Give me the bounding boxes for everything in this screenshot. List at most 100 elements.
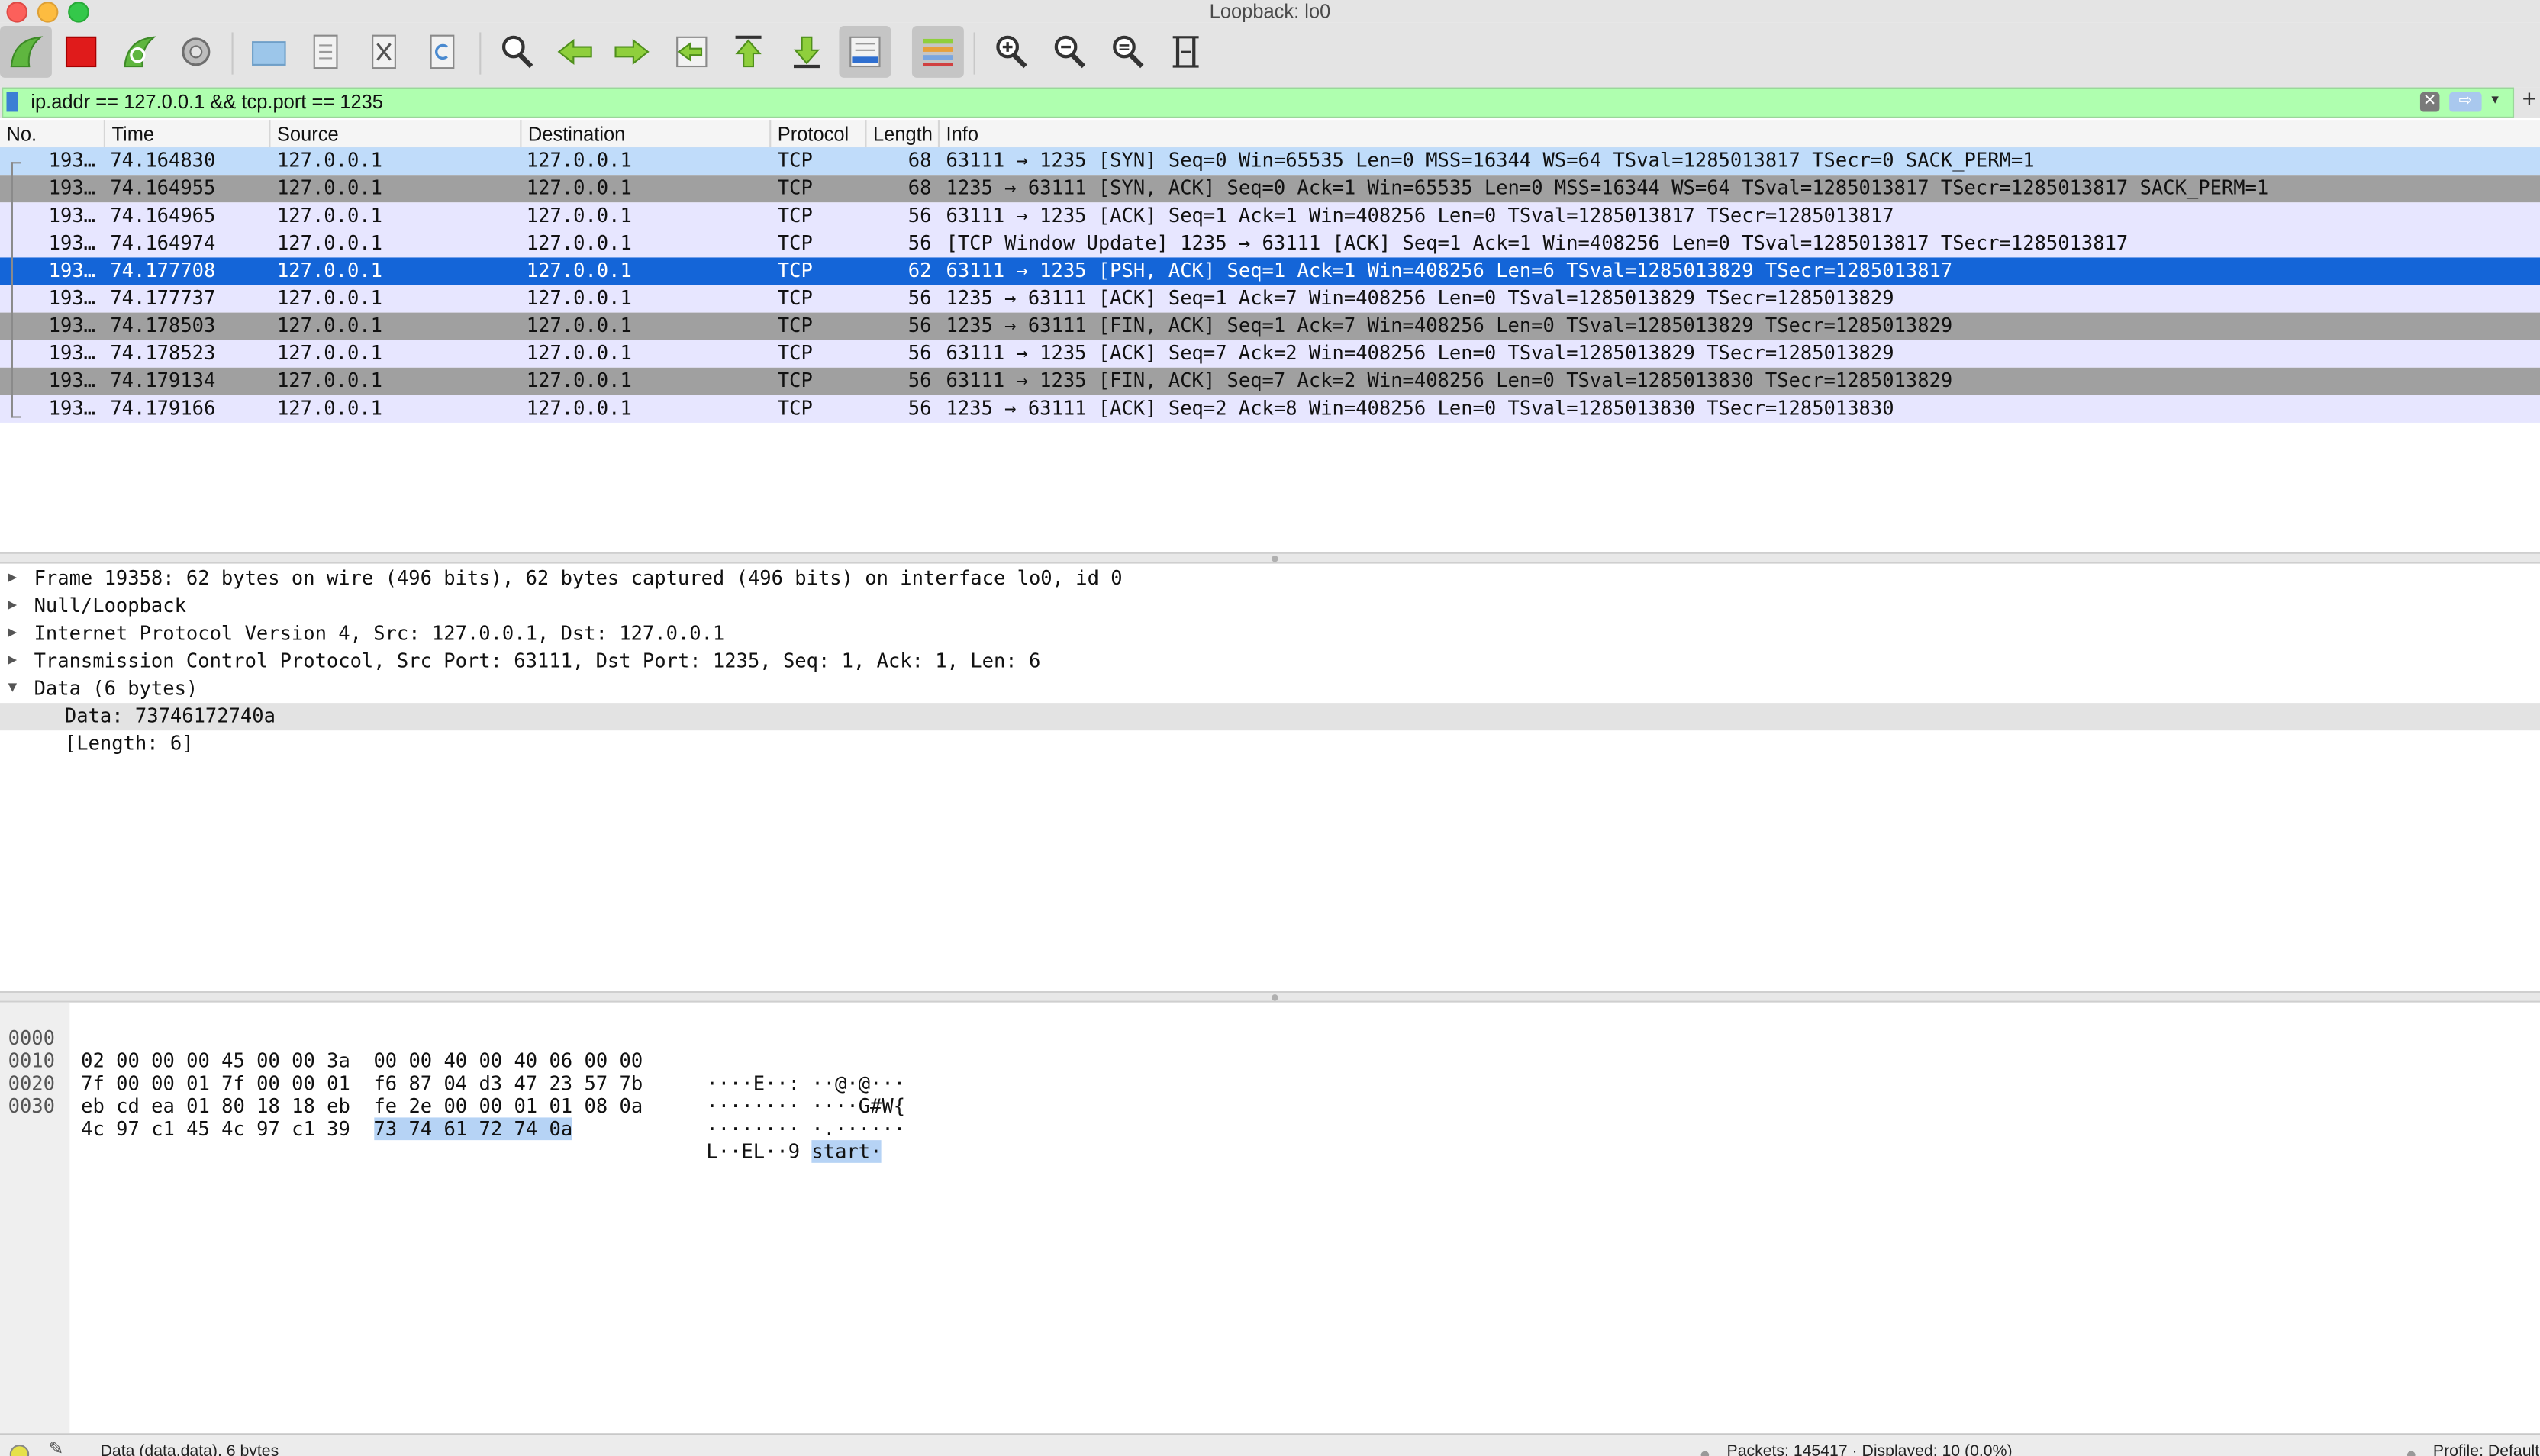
packet-destination: 127.0.0.1 [526,341,632,365]
packet-info: 1235 → 63111 [SYN, ACK] Seq=0 Ack=1 Win=… [946,176,2269,200]
packet-row[interactable]: 193… 74.164830 127.0.0.1 127.0.0.1 TCP 6… [0,147,2540,176]
column-header-source[interactable]: Source [269,120,520,148]
chevron-down-icon[interactable]: ▾ [2491,91,2499,108]
open-file-button[interactable] [243,26,295,78]
apply-filter-icon[interactable]: ⇨ [2449,92,2482,112]
expand-triangle-icon[interactable]: ▶ [8,620,18,648]
go-first-button[interactable] [723,26,775,78]
pane-splitter[interactable] [0,552,2540,564]
clear-filter-icon[interactable]: ✕ [2419,92,2440,112]
packet-row[interactable]: 193… 74.178523 127.0.0.1 127.0.0.1 TCP 5… [0,340,2540,368]
packet-protocol: TCP [777,286,813,310]
detail-row-length[interactable]: [Length: 6] [0,730,2540,758]
zoom-in-button[interactable] [985,26,1036,78]
stop-capture-button[interactable] [55,26,107,78]
detail-row-null-loopback[interactable]: ▶ Null/Loopback [0,593,2540,620]
bytes-row[interactable]: 0020 eb cd ea 01 80 18 18 eb fe 2e 00 00… [0,1049,2540,1140]
column-header-time[interactable]: Time [103,120,269,148]
save-file-button[interactable] [300,26,352,78]
packet-row[interactable]: 193… 74.164974 127.0.0.1 127.0.0.1 TCP 5… [0,230,2540,258]
pane-splitter[interactable] [0,991,2540,1003]
zoom-normal-icon [1113,35,1144,69]
start-capture-icon [10,36,44,68]
resize-columns-button[interactable] [1160,26,1212,78]
detail-text: Data (6 bytes) [34,677,198,700]
bytes-row[interactable]: 0010 7f 00 00 01 7f 00 00 01 f6 87 04 d3… [0,1027,2540,1117]
go-back-button[interactable] [550,26,601,78]
conversation-bracket-end [11,416,21,418]
packet-length: 56 [907,314,932,337]
go-last-button[interactable] [781,26,833,78]
column-header-info[interactable]: Info [937,120,2540,148]
packet-row[interactable]: 193… 74.178503 127.0.0.1 127.0.0.1 TCP 5… [0,312,2540,340]
close-file-button[interactable] [358,26,410,78]
packet-length: 68 [907,149,932,172]
detail-row-data[interactable]: ▼ Data (6 bytes) [0,675,2540,703]
packet-row-selected[interactable]: 193… 74.177708 127.0.0.1 127.0.0.1 TCP 6… [0,257,2540,285]
byte-offset: 0030 [8,1094,55,1118]
detail-row-ipv4[interactable]: ▶ Internet Protocol Version 4, Src: 127.… [0,620,2540,648]
packet-row[interactable]: 193… 74.164965 127.0.0.1 127.0.0.1 TCP 5… [0,202,2540,230]
bookmark-icon[interactable] [6,92,18,112]
packet-length: 56 [907,204,932,227]
reload-file-button[interactable] [416,26,468,78]
display-filter-input[interactable]: ip.addr == 127.0.0.1 && tcp.port == 1235… [2,87,2515,118]
restart-capture-button[interactable] [114,26,166,78]
hex-bytes: eb cd ea 01 80 18 18 eb fe 2e 00 00 01 0… [81,1095,643,1118]
display-filter-text[interactable]: ip.addr == 127.0.0.1 && tcp.port == 1235 [31,89,383,117]
detail-row-data-value[interactable]: Data: 73746172740a [0,703,2540,731]
collapse-triangle-icon[interactable]: ▼ [8,675,18,703]
capture-options-button[interactable] [170,26,222,78]
add-filter-button[interactable]: + [2522,85,2537,114]
reload-file-icon [430,34,455,69]
detail-text: Data: 73746172740a [64,704,276,727]
packet-destination: 127.0.0.1 [526,176,632,200]
column-header-destination[interactable]: Destination [520,120,769,148]
column-header-no[interactable]: No. [0,120,104,147]
column-header-protocol[interactable]: Protocol [769,120,865,148]
packet-length: 68 [907,176,932,200]
hex-bytes-highlight: 73 74 61 72 74 0a [373,1117,573,1141]
detail-row-frame[interactable]: ▶ Frame 19358: 62 bytes on wire (496 bit… [0,565,2540,593]
packet-source: 127.0.0.1 [276,204,382,227]
packet-row[interactable]: 193… 74.179134 127.0.0.1 127.0.0.1 TCP 5… [0,367,2540,395]
expert-info-icon[interactable] [9,1445,30,1456]
zoom-normal-button[interactable] [1101,26,1153,78]
status-profile[interactable]: Profile: Default [2433,1443,2539,1456]
packet-source: 127.0.0.1 [276,176,382,200]
splitter-grip[interactable] [1272,994,1278,1001]
auto-scroll-icon [849,36,881,68]
edit-comment-icon[interactable]: ✎ [49,1438,64,1456]
expand-triangle-icon[interactable]: ▶ [8,593,18,620]
packet-row[interactable]: 193… 74.179166 127.0.0.1 127.0.0.1 TCP 5… [0,395,2540,423]
packet-time: 74.179134 [110,369,216,392]
column-header-length[interactable]: Length [865,120,938,148]
detail-text: [Length: 6] [64,732,194,755]
zoom-out-button[interactable] [1043,26,1095,78]
packet-length: 62 [907,259,932,282]
splitter-grip[interactable] [1272,555,1278,562]
stop-capture-icon [65,36,97,68]
title-bar: Loopback: lo0 [0,0,2540,23]
status-separator [1700,1451,1710,1456]
find-packet-button[interactable] [491,26,543,78]
bytes-row[interactable]: 0030 4c 97 c1 45 4c 97 c1 39 73 74 61 72… [0,1072,2540,1163]
expand-triangle-icon[interactable]: ▶ [8,565,18,593]
auto-scroll-button[interactable] [839,25,891,78]
expand-triangle-icon[interactable]: ▶ [8,648,18,675]
ascii-highlight: start· [811,1140,882,1163]
packet-row[interactable]: 193… 74.177737 127.0.0.1 127.0.0.1 TCP 5… [0,285,2540,313]
ascii-bytes: ········ ····G#W{ [706,1095,905,1118]
packet-no: 193… [48,314,96,337]
packet-destination: 127.0.0.1 [526,314,632,337]
packet-protocol: TCP [777,314,813,337]
detail-text: Internet Protocol Version 4, Src: 127.0.… [34,621,725,645]
go-to-packet-button[interactable] [666,26,717,78]
detail-row-tcp[interactable]: ▶ Transmission Control Protocol, Src Por… [0,648,2540,675]
packet-row[interactable]: 193… 74.164955 127.0.0.1 127.0.0.1 TCP 6… [0,175,2540,203]
colorize-button[interactable] [911,25,964,78]
bytes-row[interactable]: 0000 02 00 00 00 45 00 00 3a 00 00 40 00… [0,1004,2540,1095]
start-capture-button[interactable] [0,25,52,78]
packet-info: 63111 → 1235 [PSH, ACK] Seq=1 Ack=1 Win=… [946,259,1953,282]
go-forward-button[interactable] [606,26,658,78]
